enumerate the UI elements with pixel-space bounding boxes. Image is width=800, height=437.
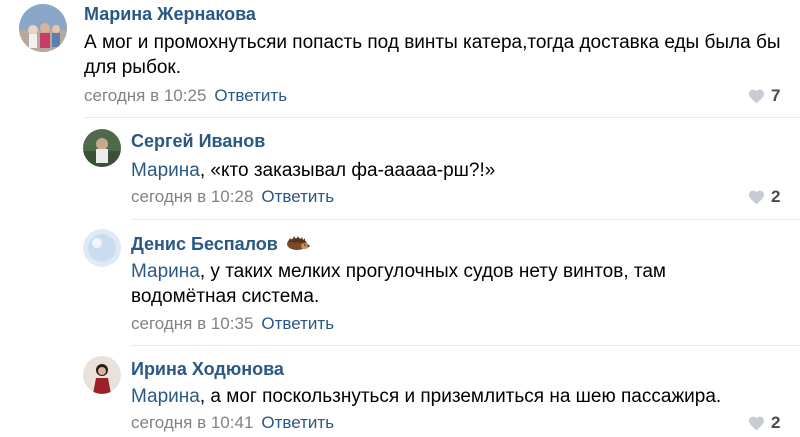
mention-link[interactable]: Марина [131,386,200,407]
comment-text: Марина, «кто заказывал фа-ааааа-рш?!» [131,158,771,183]
hedgehog-emoji-icon [286,235,310,256]
like-count: 2 [771,413,781,432]
avatar[interactable] [19,4,67,52]
heart-icon [749,190,764,204]
comment-author-name: Денис Беспалов [131,234,278,254]
comment-time[interactable]: сегодня в 10:28 [131,187,253,206]
comment-author[interactable]: Ирина Ходюнова [131,359,284,380]
heart-icon [749,416,764,430]
comment-time[interactable]: сегодня в 10:41 [131,413,253,432]
like-count: 2 [771,187,781,206]
like-button[interactable]: 2 [748,413,780,433]
heart-icon [749,89,764,103]
like-count: 7 [771,86,781,105]
comment-text: Марина, у таких мелких прогулочных судов… [131,259,731,309]
mention-link[interactable]: Марина [131,261,200,282]
comment-time[interactable]: сегодня в 10:25 [84,86,206,105]
like-button[interactable]: 7 [748,86,780,106]
avatar[interactable] [83,356,121,394]
divider [131,345,800,346]
comment-meta: сегодня в 10:35 Ответить [131,314,334,334]
comment-text-body: , у таких мелких прогулочных судов нету … [131,261,666,307]
avatar[interactable] [83,229,121,267]
comment-text-body: , «кто заказывал фа-ааааа-рш?!» [199,160,496,181]
comment-meta: сегодня в 10:25 Ответить [84,86,287,106]
comment-author[interactable]: Марина Жернакова [84,4,256,25]
comment-author[interactable]: Денис Беспалов [131,234,310,256]
divider [131,219,800,220]
comment-author[interactable]: Сергей Иванов [131,131,265,152]
reply-button[interactable]: Ответить [261,314,334,333]
reply-button[interactable]: Ответить [261,413,334,432]
comment-time[interactable]: сегодня в 10:35 [131,314,253,333]
divider [84,117,800,118]
comment-meta: сегодня в 10:28 Ответить [131,187,334,207]
comment-text: Марина, а мог поскользнуться и приземлит… [131,384,771,409]
comment-text-body: А мог и промохнутьсяи попасть под винты … [84,32,781,78]
reply-button[interactable]: Ответить [261,187,334,206]
reply-button[interactable]: Ответить [214,86,287,105]
like-button[interactable]: 2 [748,187,780,207]
comment-meta: сегодня в 10:41 Ответить [131,413,334,433]
comment-text: А мог и промохнутьсяи попасть под винты … [84,30,784,80]
avatar[interactable] [83,129,121,167]
mention-link[interactable]: Марина [131,160,200,181]
comment-text-body: , а мог поскользнуться и приземлиться на… [199,386,722,407]
